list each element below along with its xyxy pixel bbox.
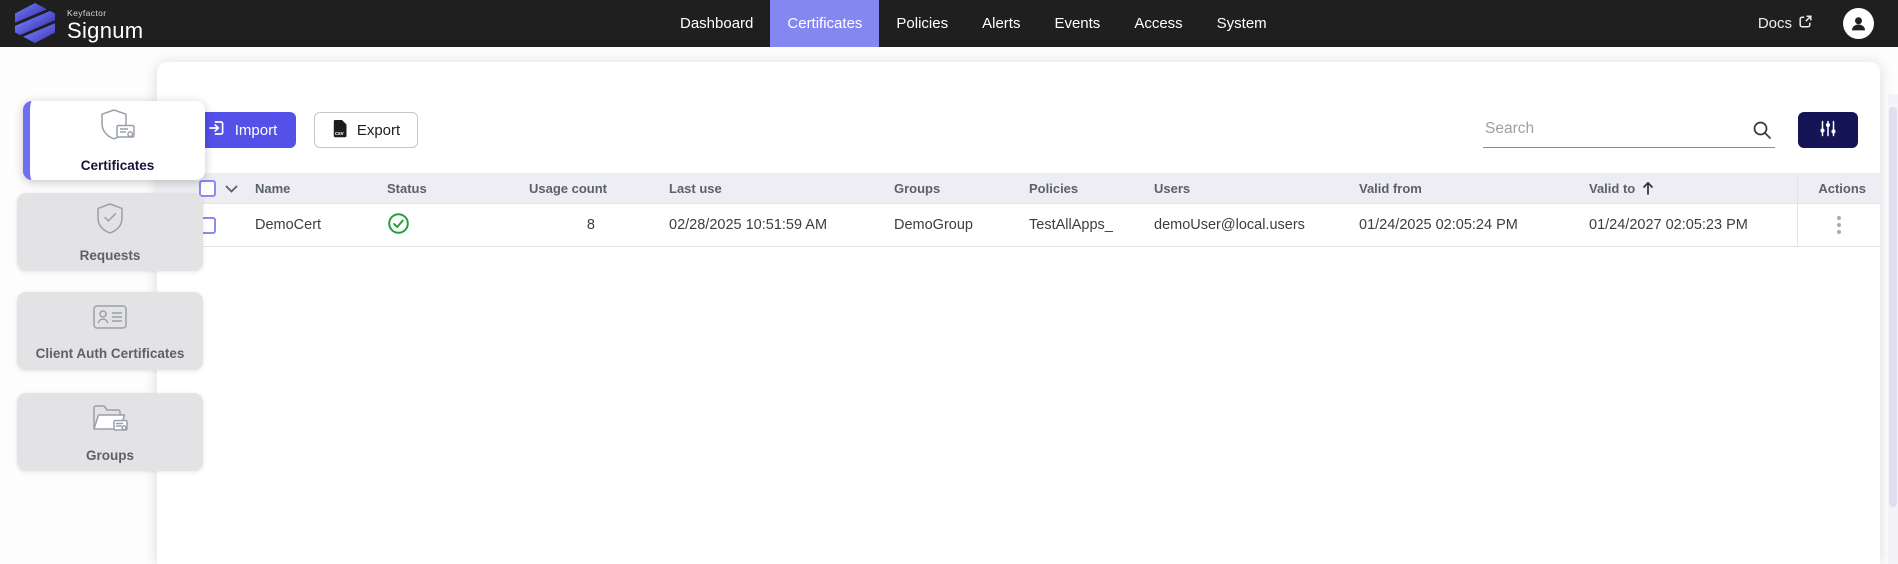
column-header-last-use[interactable]: Last use [657,181,882,196]
column-header-name[interactable]: Name [243,181,375,196]
import-button[interactable]: Import [189,112,296,148]
column-header-actions: Actions [1797,173,1880,203]
sidebar-item-label: Requests [76,248,145,263]
import-button-label: Import [235,122,278,139]
brand-product: Signum [67,19,143,42]
column-header-users[interactable]: Users [1142,181,1347,196]
nav-tab-events[interactable]: Events [1037,0,1117,47]
top-nav-bar: Keyfactor Signum Dashboard Certificates … [0,0,1898,47]
column-header-policies[interactable]: Policies [1017,181,1142,196]
scrollbar-thumb[interactable] [1889,107,1897,507]
cell-policies: TestAllApps_ [1017,217,1142,233]
nav-tab-certificates[interactable]: Certificates [770,0,879,47]
svg-text:csv: csv [335,131,344,137]
table-row[interactable]: DemoCert 8 02/28/2025 10:51:59 AM DemoGr… [157,204,1880,247]
select-all-checkbox[interactable] [199,180,216,197]
sidebar-item-label: Client Auth Certificates [32,346,189,361]
document-import-icon [208,119,226,141]
nav-tabs: Dashboard Certificates Policies Alerts E… [663,0,1284,47]
certificates-panel: Import csv Export [157,62,1880,564]
shield-check-icon [94,202,126,239]
id-card-icon [91,302,129,337]
sliders-icon [1818,120,1838,141]
column-header-valid-to-label: Valid to [1589,181,1635,196]
cell-last-use: 02/28/2025 10:51:59 AM [657,217,882,233]
search-field [1483,112,1775,148]
nav-tab-alerts[interactable]: Alerts [965,0,1037,47]
vertical-scrollbar[interactable] [1888,94,1898,564]
status-valid-icon [387,212,410,239]
cell-status [375,212,517,239]
brand: Keyfactor Signum [13,3,143,48]
sidebar-item-label: Groups [82,448,138,463]
cell-actions [1797,204,1880,246]
shield-certificate-icon [98,108,138,149]
docs-link[interactable]: Docs [1758,14,1813,33]
cell-users: demoUser@local.users [1142,217,1347,233]
cell-groups: DemoGroup [882,217,1017,233]
certificates-page: Certificates Requests Client Auth Certif… [0,47,1898,564]
export-button-label: Export [357,122,400,139]
export-button[interactable]: csv Export [314,112,418,148]
nav-tab-policies[interactable]: Policies [879,0,965,47]
column-header-valid-from[interactable]: Valid from [1347,181,1577,196]
nav-right: Docs [1758,0,1874,47]
magnifier-icon[interactable] [1752,120,1772,145]
keyfactor-logo-icon [13,3,57,48]
row-actions-kebab-icon[interactable] [1831,212,1847,238]
cell-name: DemoCert [243,217,375,233]
folder-certificate-icon [90,402,130,439]
chevron-down-icon[interactable] [225,181,238,196]
docs-link-label: Docs [1758,15,1792,32]
sidebar-item-label: Certificates [77,158,159,173]
sort-ascending-icon[interactable] [1642,181,1654,195]
column-header-groups[interactable]: Groups [882,181,1017,196]
cell-valid-from: 01/24/2025 02:05:24 PM [1347,217,1577,233]
search-input[interactable] [1483,112,1775,146]
brand-company: Keyfactor [67,9,143,18]
column-header-status[interactable]: Status [375,181,517,196]
sidebar-item-certificates[interactable]: Certificates [23,101,205,180]
table-header-row: Name Status Usage count Last use Groups … [157,173,1880,204]
brand-text: Keyfactor Signum [67,9,143,42]
cell-valid-to: 01/24/2027 02:05:23 PM [1577,217,1797,233]
nav-tab-dashboard[interactable]: Dashboard [663,0,770,47]
sidebar-item-requests[interactable]: Requests [17,193,203,271]
sidebar-item-client-auth-certificates[interactable]: Client Auth Certificates [17,292,203,370]
user-avatar-icon[interactable] [1843,8,1874,39]
csv-file-icon: csv [332,119,348,142]
column-header-valid-to[interactable]: Valid to [1577,181,1797,196]
sidebar-item-groups[interactable]: Groups [17,393,203,471]
filter-button[interactable] [1798,112,1858,148]
column-header-usage-count[interactable]: Usage count [517,181,657,196]
cell-usage-count: 8 [517,217,657,233]
external-link-icon [1798,14,1813,33]
nav-tab-access[interactable]: Access [1117,0,1199,47]
nav-tab-system[interactable]: System [1200,0,1284,47]
certificates-table: Name Status Usage count Last use Groups … [157,173,1880,247]
